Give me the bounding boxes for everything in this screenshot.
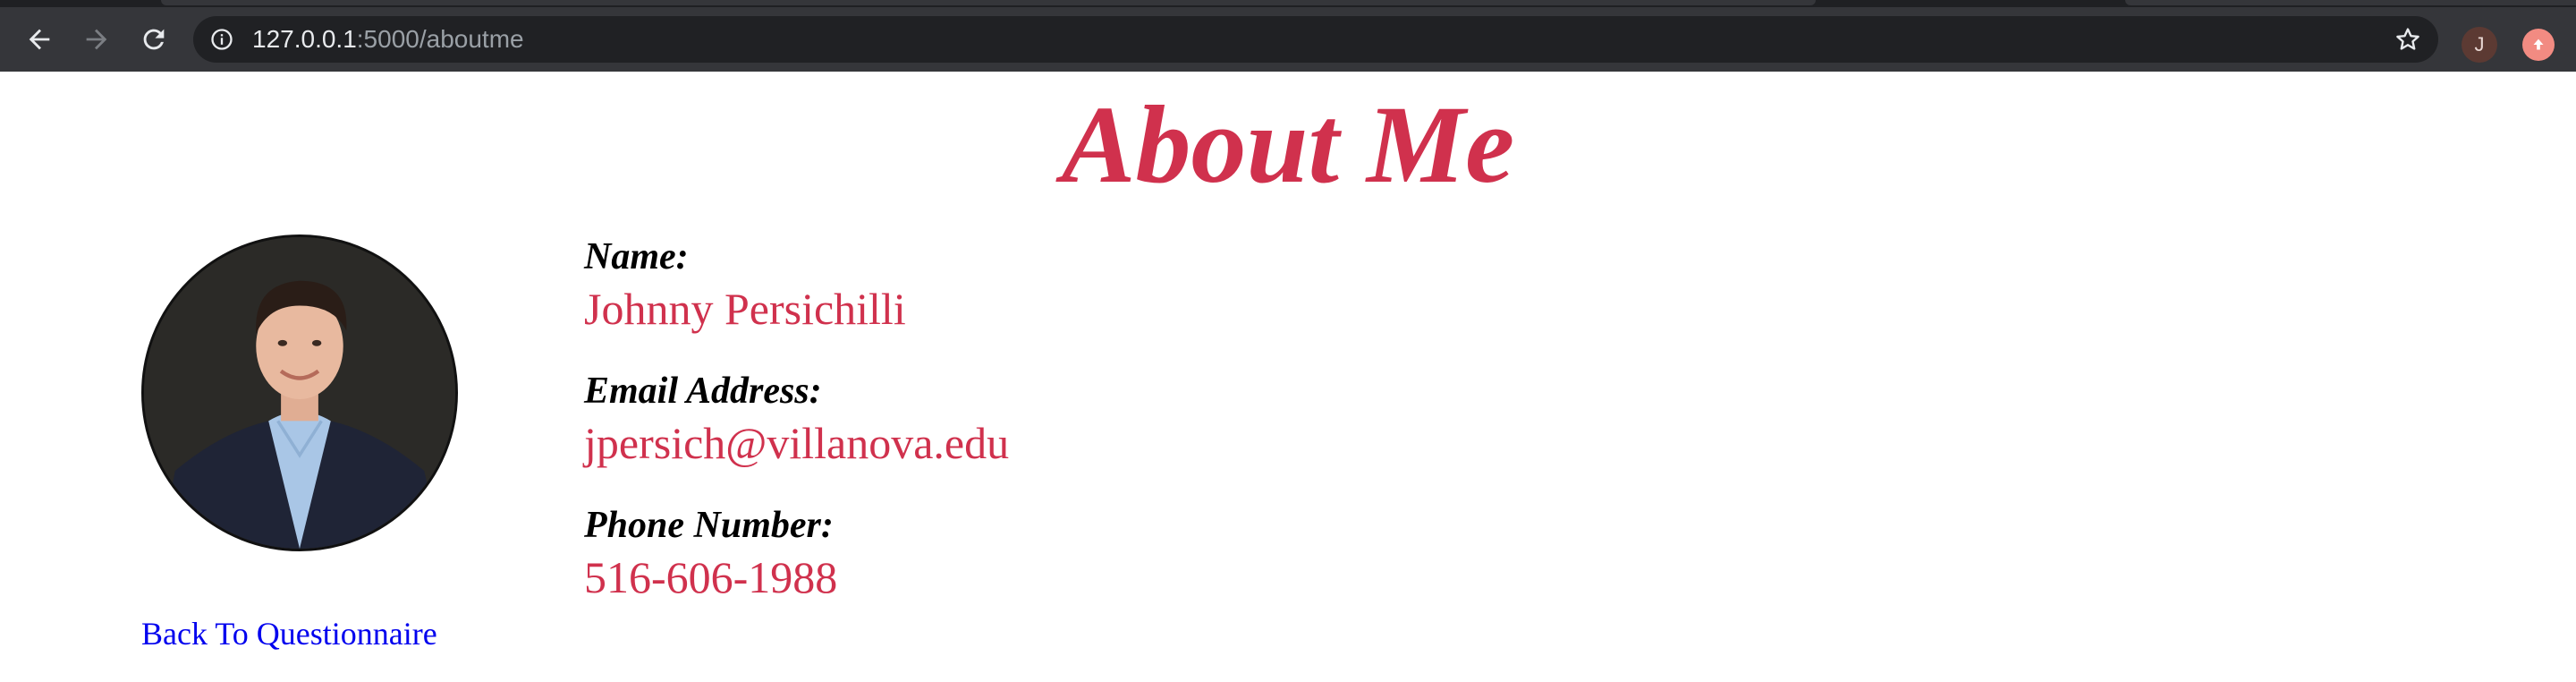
phone-label: Phone Number: <box>584 505 834 546</box>
profile-avatar[interactable]: J <box>2462 27 2497 63</box>
name-label: Name: <box>584 236 689 277</box>
star-icon[interactable] <box>2394 25 2422 54</box>
person-portrait-icon <box>144 237 455 549</box>
browser-toolbar: 127.0.0.1:5000/aboutme J <box>0 7 2576 72</box>
address-bar[interactable]: 127.0.0.1:5000/aboutme <box>193 16 2438 63</box>
update-arrow-icon <box>2533 38 2544 50</box>
contact-details: Name: Johnny Persichilli Email Address: … <box>584 233 1836 635</box>
url-text[interactable]: 127.0.0.1:5000/aboutme <box>252 25 524 54</box>
email-field: Email Address: jpersich@villanova.edu <box>584 367 1836 501</box>
email-value: jpersich@villanova.edu <box>584 418 1010 468</box>
forward-arrow-icon <box>86 29 107 50</box>
url-path: :5000/aboutme <box>356 25 524 53</box>
url-host: 127.0.0.1 <box>252 25 357 53</box>
back-to-questionnaire-link[interactable]: Back To Questionnaire <box>141 612 437 655</box>
reload-icon <box>143 29 165 50</box>
tab-inactive[interactable] <box>2125 0 2576 5</box>
profile-photo <box>141 234 458 551</box>
reload-button[interactable] <box>136 21 172 57</box>
back-button[interactable] <box>21 21 57 57</box>
forward-button[interactable] <box>79 21 114 57</box>
page-title: About Me <box>1061 83 1515 206</box>
phone-value: 516-606-1988 <box>584 552 838 602</box>
email-label: Email Address: <box>584 371 822 412</box>
tab-active[interactable] <box>161 0 1816 5</box>
info-icon[interactable] <box>209 27 234 52</box>
name-value: Johnny Persichilli <box>584 284 906 334</box>
update-button[interactable] <box>2522 29 2555 61</box>
back-arrow-icon <box>29 29 50 50</box>
name-field: Name: Johnny Persichilli <box>584 233 1836 367</box>
phone-field: Phone Number: 516-606-1988 <box>584 501 1836 635</box>
